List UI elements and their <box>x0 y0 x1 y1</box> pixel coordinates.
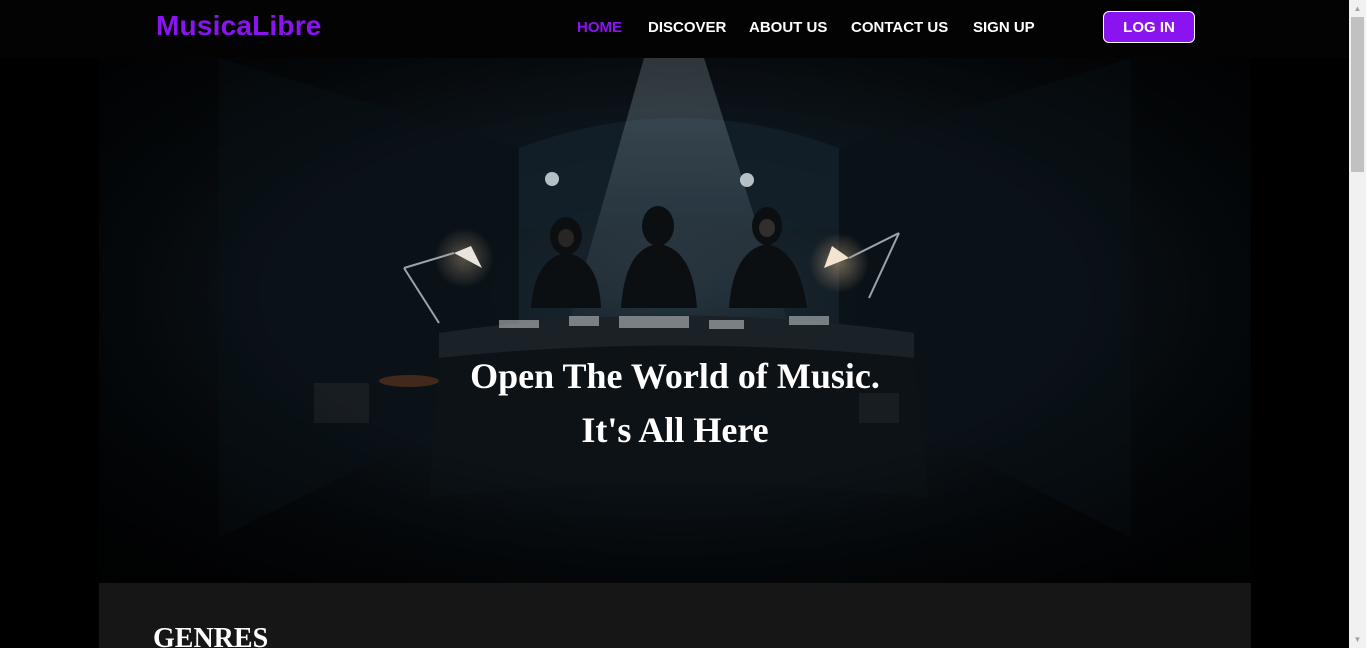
brand-logo[interactable]: MusicaLibre <box>156 10 322 42</box>
genres-section: GENRES <box>99 583 1251 648</box>
nav-link-sign-up[interactable]: SIGN UP <box>973 19 1035 36</box>
scroll-up-arrow-icon[interactable]: ▲ <box>1349 0 1366 17</box>
top-navbar: MusicaLibre HOME DISCOVER ABOUT US CONTA… <box>0 0 1349 58</box>
hero-background-image <box>99 58 1251 583</box>
nav-link-discover[interactable]: DISCOVER <box>648 19 726 36</box>
hero-subheadline: It's All Here <box>581 410 769 450</box>
hero-banner: Open The World of Music. It's All Here <box>99 58 1251 583</box>
genres-heading: GENRES <box>153 623 269 648</box>
nav-link-contact-us[interactable]: CONTACT US <box>851 19 948 36</box>
hero-headline: Open The World of Music. <box>470 356 880 396</box>
vertical-scrollbar[interactable]: ▲ ▼ <box>1349 0 1366 648</box>
nav-link-about-us[interactable]: ABOUT US <box>749 19 827 36</box>
scroll-down-arrow-icon[interactable]: ▼ <box>1349 631 1366 648</box>
login-button[interactable]: LOG IN <box>1103 11 1195 43</box>
nav-link-home[interactable]: HOME <box>577 19 622 36</box>
scrollbar-thumb[interactable] <box>1351 17 1364 172</box>
